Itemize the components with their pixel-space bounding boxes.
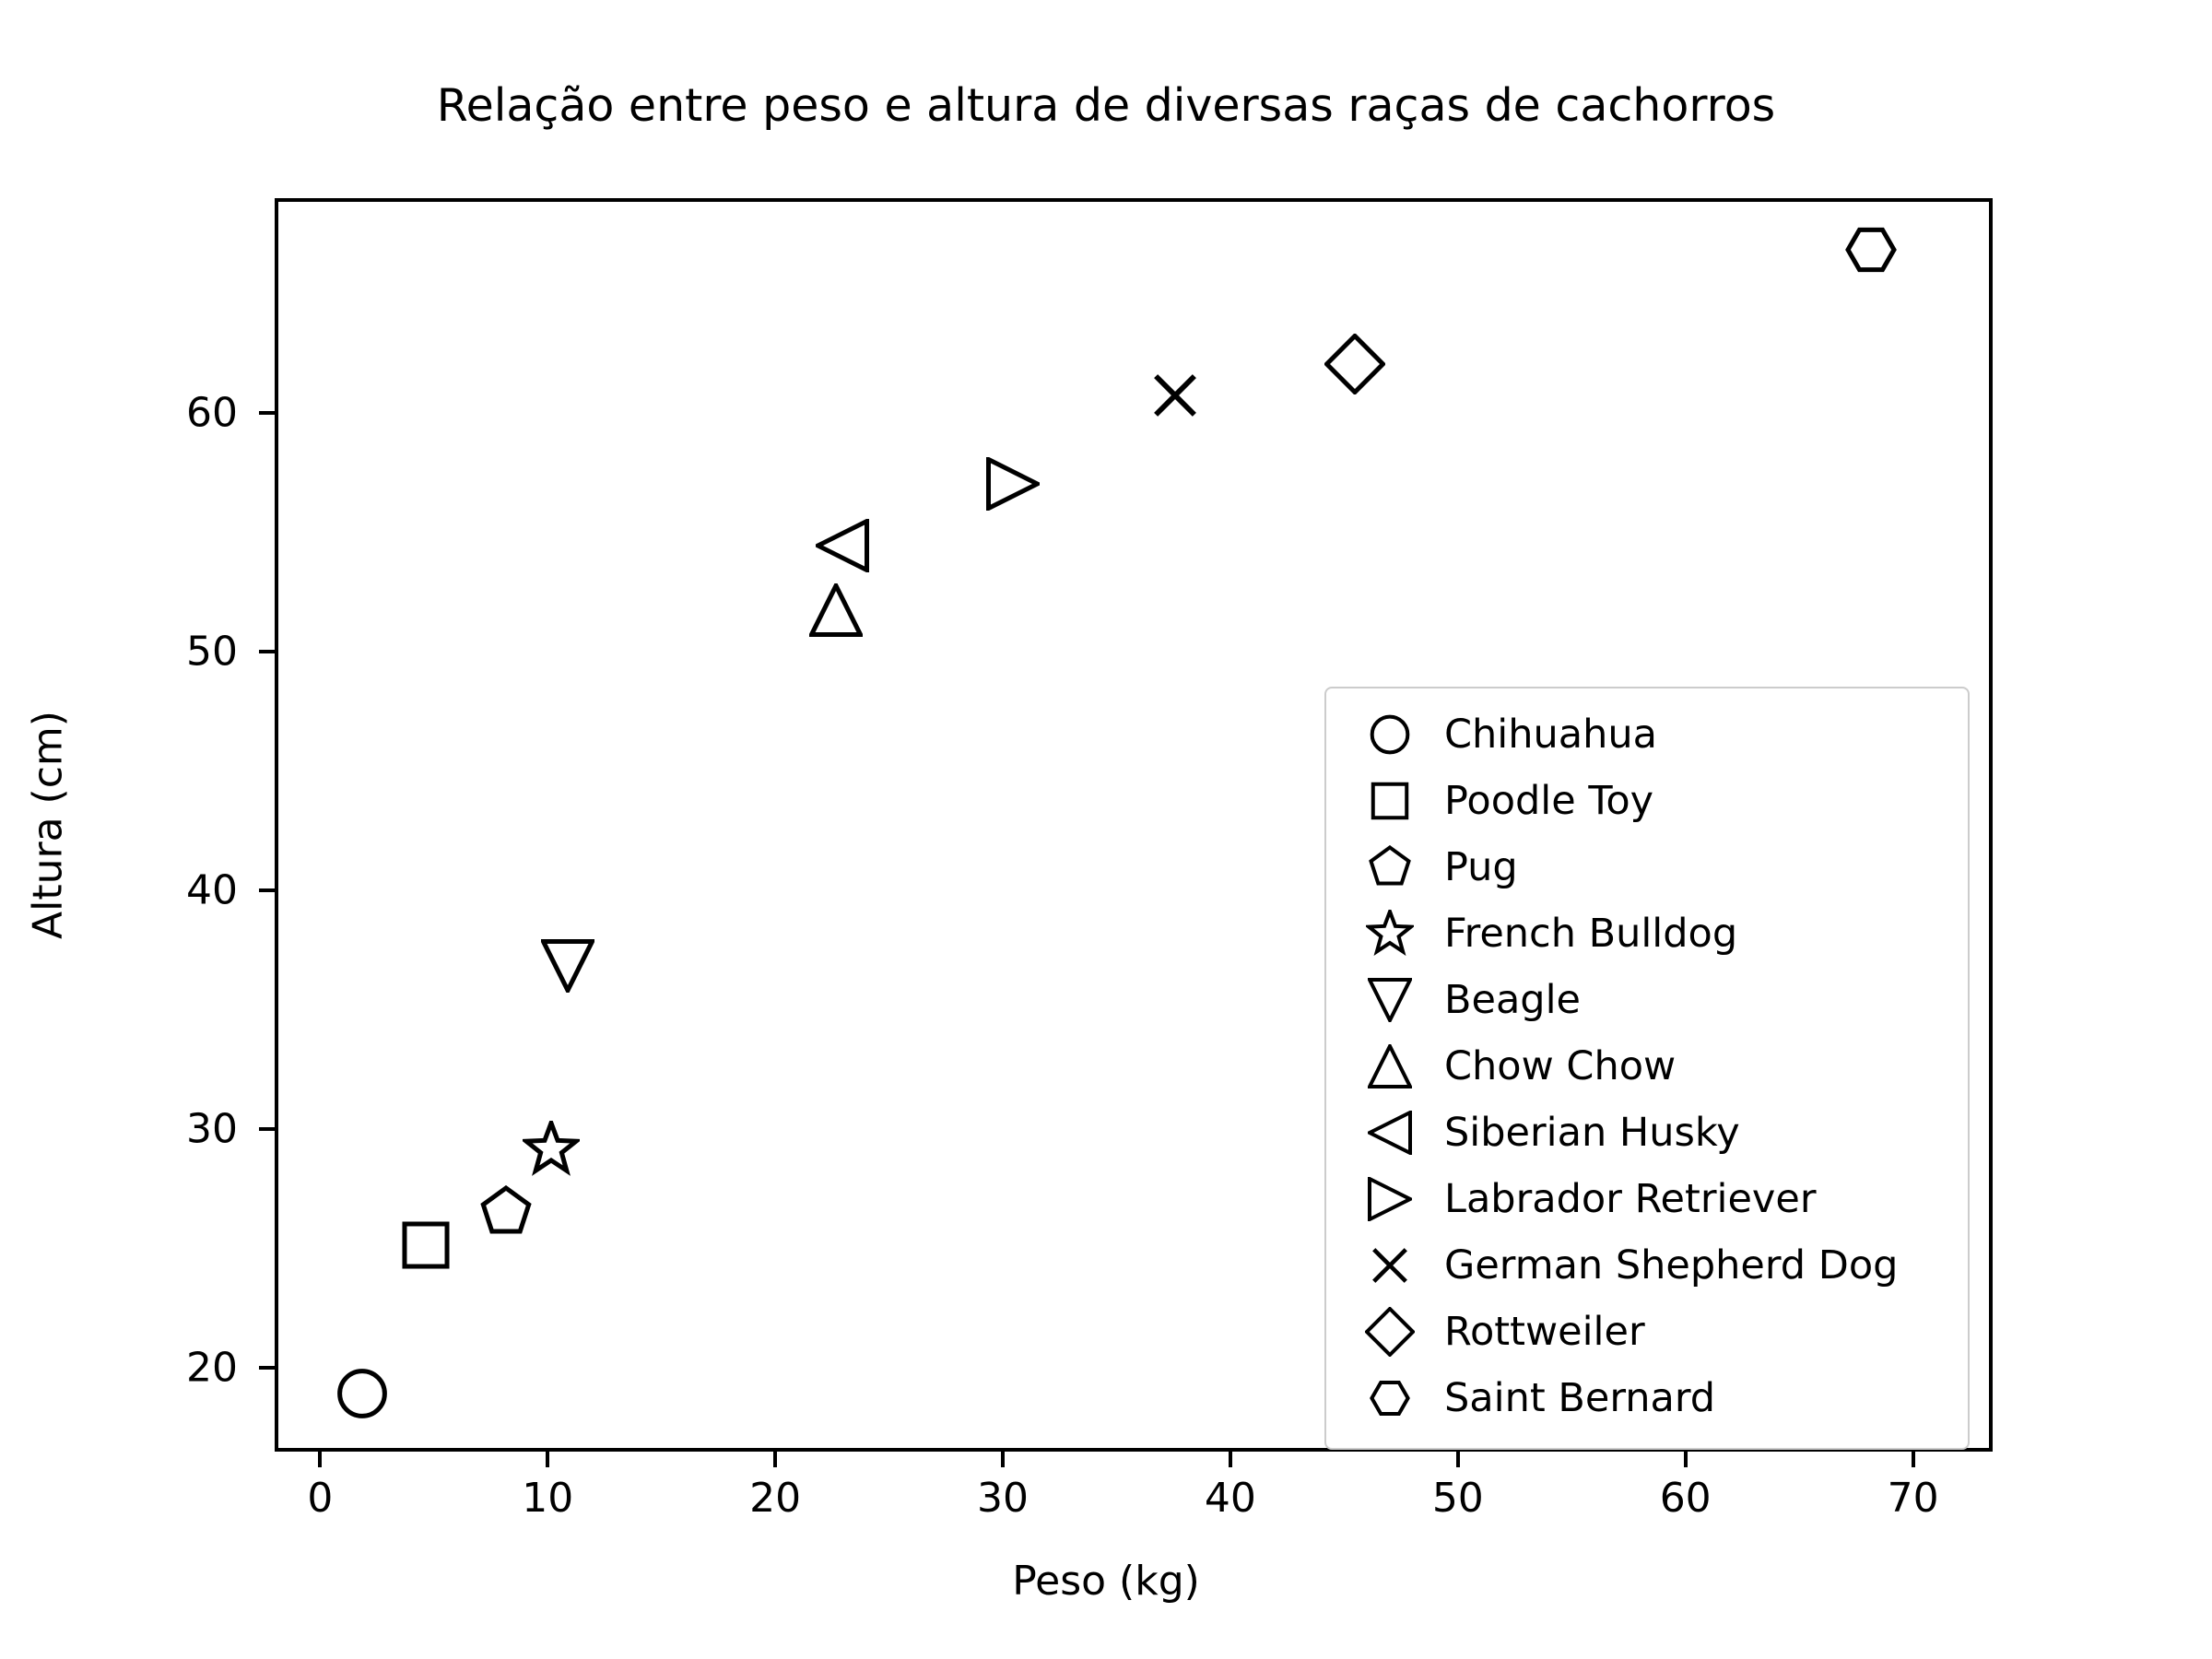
y-axis-tick-label: 50 — [186, 628, 238, 676]
legend-item[interactable]: Pug — [1350, 834, 1944, 900]
x-axis-tick — [1683, 1452, 1688, 1467]
legend-item-label: Pug — [1444, 844, 1518, 890]
legend-item-label: Chihuahua — [1444, 712, 1657, 758]
x-axis-tick-label: 20 — [749, 1475, 802, 1522]
data-point-hexagon-icon — [1845, 224, 1898, 276]
y-axis-tick — [259, 411, 275, 416]
legend-item[interactable]: Chihuahua — [1350, 701, 1944, 768]
legend-marker-square-icon — [1350, 780, 1430, 822]
x-axis-tick — [1228, 1452, 1232, 1467]
x-axis-tick — [1001, 1452, 1006, 1467]
x-axis-tick-label: 0 — [307, 1475, 334, 1522]
legend-marker-triangle-up-icon — [1350, 1044, 1430, 1088]
legend-item[interactable]: Poodle Toy — [1350, 768, 1944, 834]
legend-item-label: Siberian Husky — [1444, 1110, 1740, 1156]
legend-item-label: Chow Chow — [1444, 1043, 1677, 1089]
y-axis-label: Altura (cm) — [24, 711, 72, 939]
x-axis-tick — [318, 1452, 323, 1467]
legend-item[interactable]: Labrador Retriever — [1350, 1166, 1944, 1232]
legend-item[interactable]: Chow Chow — [1350, 1033, 1944, 1100]
legend-marker-triangle-right-icon — [1350, 1177, 1430, 1221]
legend-marker-x-icon — [1350, 1243, 1430, 1288]
legend-item-label: Saint Bernard — [1444, 1375, 1716, 1421]
legend-marker-pentagon-icon — [1350, 845, 1430, 889]
y-axis-tick-label: 60 — [186, 389, 238, 437]
data-point-pentagon-icon — [479, 1184, 533, 1239]
x-axis-tick — [773, 1452, 778, 1467]
data-point-triangle-right-icon — [986, 455, 1043, 512]
legend-item-label: Rottweiler — [1444, 1309, 1645, 1355]
legend-item[interactable]: Siberian Husky — [1350, 1100, 1944, 1166]
data-point-triangle-up-icon — [807, 580, 865, 637]
data-point-x-icon — [1148, 369, 1202, 422]
x-axis-tick-label: 30 — [977, 1475, 1030, 1522]
legend-marker-triangle-left-icon — [1350, 1111, 1430, 1155]
y-axis-tick-label: 30 — [186, 1105, 238, 1153]
data-point-triangle-left-icon — [813, 517, 870, 574]
x-axis-tick — [1911, 1452, 1915, 1467]
y-axis-tick — [259, 1127, 275, 1132]
x-axis-tick-label: 60 — [1659, 1475, 1712, 1522]
data-point-circle-icon — [335, 1367, 389, 1420]
legend-item-label: German Shepherd Dog — [1444, 1242, 1899, 1288]
data-point-star-icon — [520, 1116, 583, 1178]
y-axis-tick — [259, 1366, 275, 1371]
legend-item[interactable]: German Shepherd Dog — [1350, 1232, 1944, 1299]
legend-item-label: Poodle Toy — [1444, 778, 1654, 824]
y-axis-tick-label: 40 — [186, 866, 238, 914]
legend-marker-star-icon — [1350, 910, 1430, 958]
legend-item-label: French Bulldog — [1444, 911, 1738, 957]
data-point-diamond-icon — [1323, 333, 1386, 396]
y-axis-tick-label: 20 — [186, 1344, 238, 1392]
legend-item[interactable]: Rottweiler — [1350, 1299, 1944, 1365]
legend-marker-hexagon-icon — [1350, 1378, 1430, 1418]
page-title: Relação entre peso e altura de diversas … — [436, 79, 1776, 132]
legend-item[interactable]: Beagle — [1350, 967, 1944, 1033]
legend-item-label: Beagle — [1444, 977, 1582, 1023]
legend: Chihuahua Poodle Toy Pug French Bulldog Beag… — [1324, 687, 1970, 1450]
x-axis-label: Peso (kg) — [1012, 1558, 1200, 1605]
legend-item-label: Labrador Retriever — [1444, 1176, 1817, 1222]
data-point-square-icon — [399, 1218, 453, 1272]
scatter-plot-figure: Relação entre peso e altura de diversas … — [0, 0, 2212, 1659]
data-point-triangle-down-icon — [539, 938, 596, 996]
x-axis-tick-label: 50 — [1431, 1475, 1484, 1522]
x-axis-tick-label: 10 — [522, 1475, 574, 1522]
legend-marker-circle-icon — [1350, 713, 1430, 756]
x-axis-tick — [1455, 1452, 1460, 1467]
legend-item[interactable]: French Bulldog — [1350, 900, 1944, 967]
legend-marker-triangle-down-icon — [1350, 978, 1430, 1022]
x-axis-tick — [546, 1452, 550, 1467]
legend-item[interactable]: Saint Bernard — [1350, 1365, 1944, 1431]
y-axis-tick — [259, 888, 275, 893]
x-axis-tick-label: 70 — [1887, 1475, 1939, 1522]
legend-marker-diamond-icon — [1350, 1307, 1430, 1357]
x-axis-tick-label: 40 — [1204, 1475, 1256, 1522]
y-axis-tick — [259, 650, 275, 654]
